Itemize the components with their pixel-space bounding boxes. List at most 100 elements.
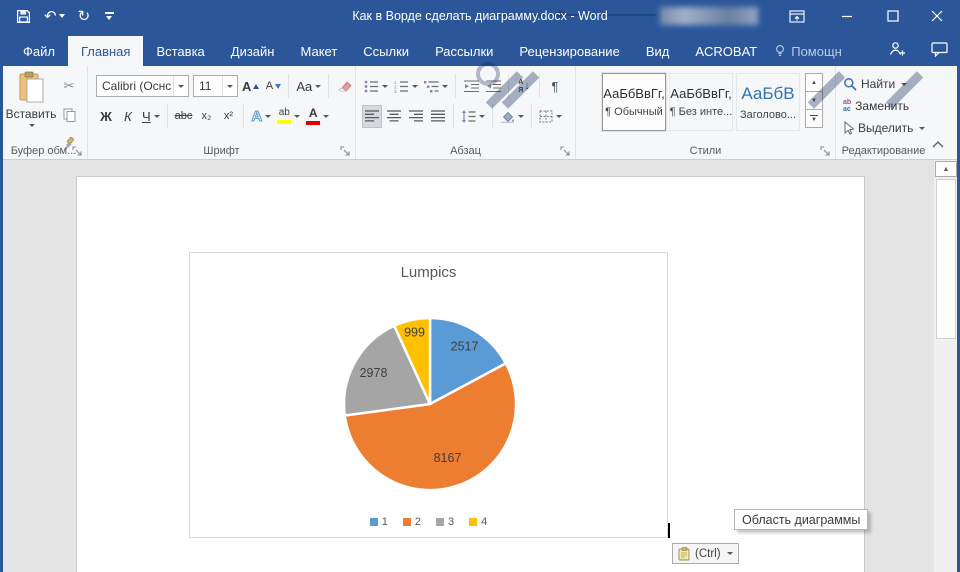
style-label: ¶ Обычный <box>605 106 663 118</box>
style-card-0[interactable]: АаБбВвГг, ¶ Обычный <box>602 73 666 131</box>
font-color-button[interactable]: А <box>304 105 331 128</box>
font-name-dropdown-icon[interactable] <box>173 76 188 96</box>
save-icon[interactable] <box>16 9 31 24</box>
tab-вставка[interactable]: Вставка <box>143 36 217 66</box>
font-dialog-launcher-icon[interactable] <box>340 144 351 156</box>
redo-button[interactable]: ↻ <box>78 9 91 24</box>
align-center-button[interactable] <box>384 105 404 128</box>
tab-acrobat[interactable]: ACROBAT <box>682 36 770 66</box>
tab-вид[interactable]: Вид <box>633 36 683 66</box>
sort-button[interactable]: АЯ ↓ <box>514 75 534 98</box>
undo-dropdown-icon[interactable] <box>58 14 65 18</box>
cut-icon[interactable]: ✂ <box>59 74 79 97</box>
replace-button[interactable]: ab ac Заменить <box>843 96 909 116</box>
highlight-color-bar <box>277 120 292 124</box>
quick-access-toolbar: ↶ ↻ <box>16 0 115 32</box>
paste-button[interactable]: Вставить <box>6 71 56 151</box>
change-case-button[interactable]: Aa <box>294 75 323 98</box>
watermark-line <box>492 14 656 16</box>
paragraph-dialog-launcher-icon[interactable] <box>560 144 571 156</box>
clear-formatting-button[interactable] <box>334 75 354 98</box>
legend-item-3[interactable]: 3 <box>436 516 454 528</box>
maximize-button[interactable] <box>876 0 910 32</box>
vertical-scrollbar[interactable]: ▲ <box>933 160 957 572</box>
grow-font-button[interactable]: A <box>240 75 261 98</box>
font-size-combo[interactable]: 11 <box>193 75 238 97</box>
font-name-combo[interactable]: Calibri (Оснс <box>96 75 189 97</box>
highlight-color-button[interactable]: ab <box>275 105 302 128</box>
tab-рассылки[interactable]: Рассылки <box>422 36 506 66</box>
data-label-2: 8167 <box>434 451 462 465</box>
subscript-button[interactable]: x₂ <box>196 105 216 128</box>
line-spacing-icon <box>462 109 476 123</box>
line-spacing-button[interactable] <box>459 105 487 128</box>
text-effects-button[interactable]: А <box>249 105 273 128</box>
paste-options-dropdown-icon[interactable] <box>726 552 733 555</box>
show-marks-button[interactable]: ¶ <box>545 75 565 98</box>
tab-файл[interactable]: Файл <box>10 36 68 66</box>
paste-dropdown-icon[interactable] <box>29 124 35 127</box>
close-button[interactable] <box>920 0 954 32</box>
tab-дизайн[interactable]: Дизайн <box>218 36 288 66</box>
share-icon[interactable] <box>889 41 906 62</box>
minimize-button[interactable] <box>830 0 864 32</box>
increase-indent-button[interactable] <box>483 75 503 98</box>
tab-ссылки[interactable]: Ссылки <box>350 36 422 66</box>
replace-icon: ab ac <box>843 99 852 113</box>
decrease-indent-button[interactable] <box>461 75 481 98</box>
find-button[interactable]: Найти <box>843 74 908 94</box>
align-right-icon <box>409 110 423 122</box>
align-center-icon <box>387 110 401 122</box>
styles-more-button[interactable]: ▼ <box>805 109 823 128</box>
shrink-font-button[interactable]: A <box>263 75 283 98</box>
multilevel-list-button[interactable] <box>422 75 450 98</box>
comments-icon[interactable] <box>931 42 948 62</box>
scrollbar-up-icon[interactable]: ▲ <box>935 161 957 177</box>
paint-bucket-icon <box>501 111 514 123</box>
numbering-button[interactable]: 123 <box>392 75 420 98</box>
styles-dialog-launcher-icon[interactable] <box>820 144 831 156</box>
ribbon-display-options-button[interactable] <box>780 0 814 32</box>
tab-tell-me[interactable]: Помощн <box>774 36 842 66</box>
clipboard-dialog-launcher-icon[interactable] <box>72 144 83 156</box>
paste-options-button[interactable]: (Ctrl) <box>672 543 739 564</box>
style-card-2[interactable]: АаБбВ Заголово... <box>736 73 800 131</box>
align-left-button[interactable] <box>362 104 382 128</box>
style-card-1[interactable]: АаБбВвГг, ¶ Без инте... <box>669 73 733 131</box>
scrollbar-thumb[interactable] <box>936 179 956 339</box>
bold-button[interactable]: Ж <box>96 105 116 128</box>
tab-главная[interactable]: Главная <box>67 36 144 66</box>
legend-item-4[interactable]: 4 <box>469 516 487 528</box>
copy-icon[interactable] <box>59 103 79 126</box>
underline-button[interactable]: Ч <box>140 105 162 128</box>
bullets-button[interactable] <box>362 75 390 98</box>
align-right-button[interactable] <box>406 105 426 128</box>
styles-scroll-up-button[interactable]: ▲ <box>805 73 823 92</box>
bullet-list-icon <box>364 80 378 92</box>
style-preview: АаБбВ <box>741 83 795 103</box>
select-button[interactable]: Выделить <box>843 118 926 138</box>
undo-button[interactable]: ↶ <box>44 9 65 24</box>
search-icon <box>844 78 857 91</box>
font-size-dropdown-icon[interactable] <box>222 76 237 96</box>
eraser-icon <box>338 81 352 92</box>
pie-chart[interactable]: 2517 8167 2978 999 <box>190 253 669 539</box>
legend-item-2[interactable]: 2 <box>402 516 421 528</box>
legend-label: 3 <box>448 516 455 528</box>
tab-рецензирование[interactable]: Рецензирование <box>506 36 632 66</box>
borders-button[interactable] <box>537 105 564 128</box>
multilevel-list-icon <box>424 80 439 92</box>
legend-item-1[interactable]: 1 <box>369 516 388 528</box>
italic-button[interactable]: К <box>118 105 138 128</box>
justify-button[interactable] <box>428 105 448 128</box>
customize-qat-button[interactable] <box>103 12 115 20</box>
tab-макет[interactable]: Макет <box>287 36 350 66</box>
chart-legend[interactable]: 1 2 3 4 <box>190 516 667 528</box>
styles-scroll-down-button[interactable]: ▼ <box>805 91 823 110</box>
chart-object[interactable]: Lumpics 2517 8167 2978 999 1234 <box>189 252 668 538</box>
superscript-button[interactable]: x² <box>218 105 238 128</box>
shading-button[interactable] <box>498 105 526 128</box>
collapse-ribbon-icon[interactable] <box>932 135 944 153</box>
strikethrough-button[interactable]: abc <box>173 105 195 128</box>
style-label: ¶ Без инте... <box>669 106 733 118</box>
